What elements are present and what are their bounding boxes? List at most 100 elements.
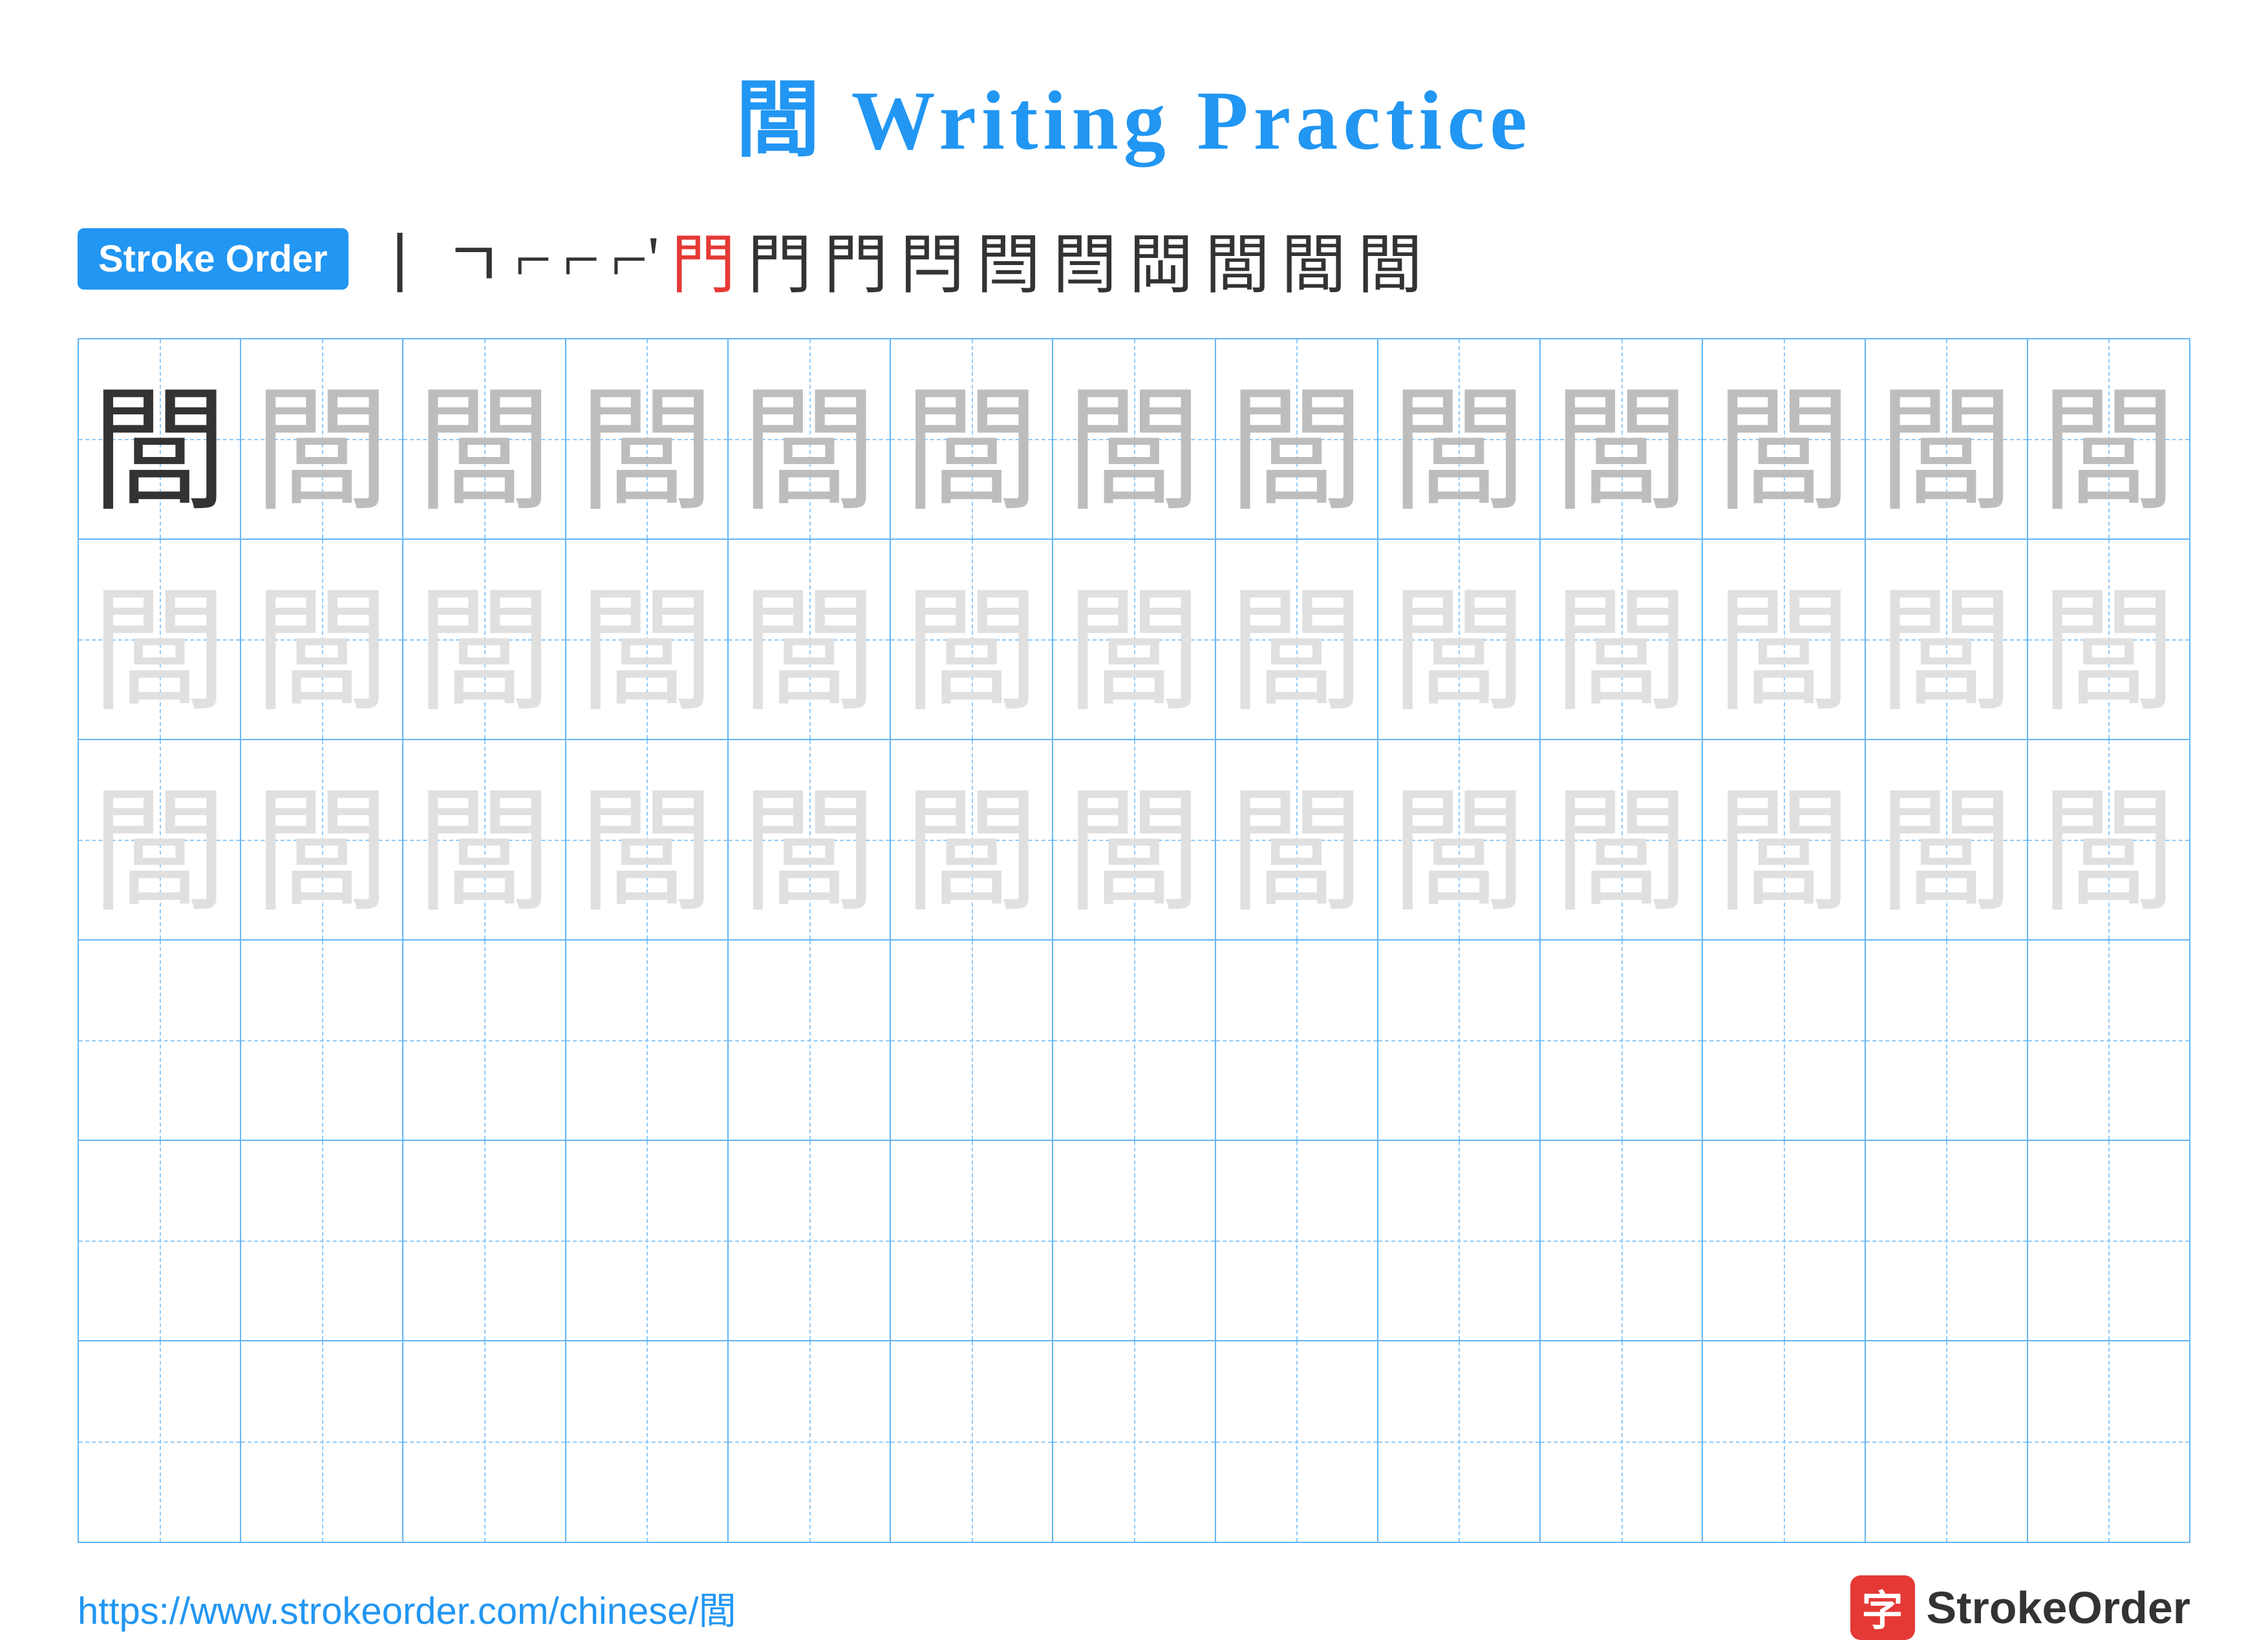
char-medium: 閭 xyxy=(254,341,390,537)
cell-5-2[interactable] xyxy=(241,1141,403,1340)
cell-5-11[interactable] xyxy=(1703,1141,1865,1340)
stroke-9: 閂 xyxy=(900,212,965,306)
cell-3-10[interactable]: 閭 xyxy=(1541,740,1703,939)
cell-2-4[interactable]: 閭 xyxy=(566,540,729,739)
cell-3-2[interactable]: 閭 xyxy=(241,740,403,939)
cell-4-9[interactable] xyxy=(1378,941,1541,1140)
cell-4-7[interactable] xyxy=(1053,941,1215,1140)
cell-1-1[interactable]: 閭 xyxy=(79,339,241,538)
cell-2-12[interactable]: 閭 xyxy=(1866,540,2028,739)
cell-6-5[interactable] xyxy=(729,1341,891,1542)
cell-4-11[interactable] xyxy=(1703,941,1865,1140)
grid-row-4 xyxy=(79,941,2189,1141)
cell-5-5[interactable] xyxy=(729,1141,891,1340)
cell-6-1[interactable] xyxy=(79,1341,241,1542)
stroke-order-badge[interactable]: Stroke Order xyxy=(78,228,348,290)
char-light: 閭 xyxy=(1878,741,2014,938)
char-light: 閭 xyxy=(254,541,390,738)
cell-3-3[interactable]: 閭 xyxy=(403,740,566,939)
stroke-4: ⌐ xyxy=(563,222,599,296)
char-light: 閭 xyxy=(1554,741,1689,938)
cell-3-1[interactable]: 閭 xyxy=(79,740,241,939)
cell-5-8[interactable] xyxy=(1216,1141,1378,1340)
cell-3-11[interactable]: 閭 xyxy=(1703,740,1865,939)
cell-2-9[interactable]: 閭 xyxy=(1378,540,1541,739)
cell-6-8[interactable] xyxy=(1216,1341,1378,1542)
cell-5-9[interactable] xyxy=(1378,1141,1541,1340)
cell-2-5[interactable]: 閭 xyxy=(729,540,891,739)
cell-4-4[interactable] xyxy=(566,941,729,1140)
cell-4-1[interactable] xyxy=(79,941,241,1140)
stroke-13: 閭 xyxy=(1205,212,1270,306)
cell-6-11[interactable] xyxy=(1703,1341,1865,1542)
cell-5-1[interactable] xyxy=(79,1141,241,1340)
cell-4-5[interactable] xyxy=(729,941,891,1140)
char-light: 閭 xyxy=(1878,541,2014,738)
char-light: 閭 xyxy=(1228,541,1364,738)
cell-5-13[interactable] xyxy=(2028,1141,2189,1340)
cell-6-6[interactable] xyxy=(891,1341,1053,1542)
cell-6-9[interactable] xyxy=(1378,1341,1541,1542)
cell-3-9[interactable]: 閭 xyxy=(1378,740,1541,939)
cell-3-4[interactable]: 閭 xyxy=(566,740,729,939)
cell-6-10[interactable] xyxy=(1541,1341,1703,1542)
cell-6-2[interactable] xyxy=(241,1341,403,1542)
cell-3-12[interactable]: 閭 xyxy=(1866,740,2028,939)
cell-1-13[interactable]: 閭 xyxy=(2028,339,2189,538)
cell-5-4[interactable] xyxy=(566,1141,729,1340)
stroke-14: 閭 xyxy=(1281,212,1346,306)
cell-5-3[interactable] xyxy=(403,1141,566,1340)
cell-1-5[interactable]: 閭 xyxy=(729,339,891,538)
char-medium: 閭 xyxy=(1878,341,2014,537)
cell-1-6[interactable]: 閭 xyxy=(891,339,1053,538)
cell-3-7[interactable]: 閭 xyxy=(1053,740,1215,939)
cell-5-10[interactable] xyxy=(1541,1141,1703,1340)
cell-1-12[interactable]: 閭 xyxy=(1866,339,2028,538)
cell-6-13[interactable] xyxy=(2028,1341,2189,1542)
cell-3-13[interactable]: 閭 xyxy=(2028,740,2189,939)
char-medium: 閭 xyxy=(2040,341,2176,537)
cell-6-7[interactable] xyxy=(1053,1341,1215,1542)
stroke-7: 門 xyxy=(747,212,812,306)
cell-3-5[interactable]: 閭 xyxy=(729,740,891,939)
cell-2-1[interactable]: 閭 xyxy=(79,540,241,739)
char-light: 閭 xyxy=(416,541,552,738)
cell-1-11[interactable]: 閭 xyxy=(1703,339,1865,538)
char-medium: 閭 xyxy=(1716,341,1852,537)
cell-1-2[interactable]: 閭 xyxy=(241,339,403,538)
cell-6-12[interactable] xyxy=(1866,1341,2028,1542)
cell-1-4[interactable]: 閭 xyxy=(566,339,729,538)
stroke-8: 門 xyxy=(824,212,888,306)
cell-4-8[interactable] xyxy=(1216,941,1378,1140)
cell-4-2[interactable] xyxy=(241,941,403,1140)
cell-4-12[interactable] xyxy=(1866,941,2028,1140)
footer-url[interactable]: https://www.strokeorder.com/chinese/閭 xyxy=(78,1581,736,1635)
cell-4-6[interactable] xyxy=(891,941,1053,1140)
cell-2-11[interactable]: 閭 xyxy=(1703,540,1865,739)
cell-4-10[interactable] xyxy=(1541,941,1703,1140)
title-text: Writing Practice xyxy=(851,74,1532,167)
cell-2-3[interactable]: 閭 xyxy=(403,540,566,739)
cell-4-3[interactable] xyxy=(403,941,566,1140)
cell-2-13[interactable]: 閭 xyxy=(2028,540,2189,739)
cell-1-8[interactable]: 閭 xyxy=(1216,339,1378,538)
cell-2-8[interactable]: 閭 xyxy=(1216,540,1378,739)
cell-6-3[interactable] xyxy=(403,1341,566,1542)
cell-3-6[interactable]: 閭 xyxy=(891,740,1053,939)
cell-1-3[interactable]: 閭 xyxy=(403,339,566,538)
cell-5-7[interactable] xyxy=(1053,1141,1215,1340)
cell-1-7[interactable]: 閭 xyxy=(1053,339,1215,538)
cell-5-6[interactable] xyxy=(891,1141,1053,1340)
cell-1-10[interactable]: 閭 xyxy=(1541,339,1703,538)
cell-2-10[interactable]: 閭 xyxy=(1541,540,1703,739)
cell-6-4[interactable] xyxy=(566,1341,729,1542)
cell-2-7[interactable]: 閭 xyxy=(1053,540,1215,739)
cell-2-2[interactable]: 閭 xyxy=(241,540,403,739)
cell-1-9[interactable]: 閭 xyxy=(1378,339,1541,538)
cell-3-8[interactable]: 閭 xyxy=(1216,740,1378,939)
char-light: 閭 xyxy=(1066,741,1202,938)
cell-4-13[interactable] xyxy=(2028,941,2189,1140)
stroke-5: ⌐' xyxy=(611,222,659,296)
cell-5-12[interactable] xyxy=(1866,1141,2028,1340)
cell-2-6[interactable]: 閭 xyxy=(891,540,1053,739)
